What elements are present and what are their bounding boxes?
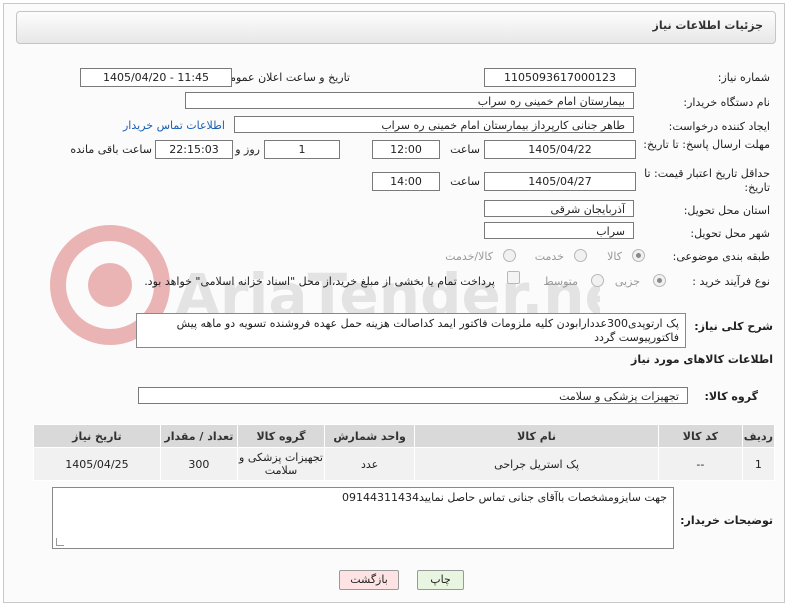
creator-label: ایجاد کننده درخواست: — [668, 120, 770, 133]
table-row: 1 -- پک استریل جراحی عدد تجهیزات پزشکی و… — [33, 447, 776, 481]
cell-row: 1 — [741, 447, 776, 481]
creator-field: طاهر جنانی کارپرداز بیمارستان امام خمینی… — [234, 116, 634, 133]
need-number-field: 1105093617000123 — [484, 68, 636, 87]
buyer-notes-field[interactable]: جهت سایزومشخصات باآقای جنانی تماس حاصل ن… — [52, 487, 674, 549]
goods-section-title: اطلاعات کالاهای مورد نیاز — [631, 353, 773, 366]
goods-group-label: گروه کالا: — [704, 390, 758, 403]
cell-date: 1405/04/25 — [33, 447, 161, 481]
goods-table: ردیف کد کالا نام کالا واحد شمارش گروه کا… — [33, 424, 776, 481]
deadline-date-field: 1405/04/22 — [484, 140, 636, 159]
print-button[interactable]: چاپ — [417, 570, 464, 590]
cell-name: پک استریل جراحی — [414, 447, 660, 481]
validity-time-field: 14:00 — [372, 172, 440, 191]
category-radio-goods-service[interactable] — [503, 249, 516, 262]
col-name: نام کالا — [414, 424, 660, 448]
category-radio-goods[interactable] — [632, 249, 645, 262]
deadline-time-field: 12:00 — [372, 140, 440, 159]
category-option-goods: کالا — [607, 250, 622, 263]
description-label: شرح کلی نیاز: — [694, 320, 773, 333]
col-row: ردیف — [741, 424, 776, 448]
cell-unit: عدد — [324, 447, 416, 481]
category-option-service: خدمت — [534, 250, 564, 263]
validity-date-field: 1405/04/27 — [484, 172, 636, 191]
process-option-minor: جزیی — [614, 275, 640, 288]
col-qty: تعداد / مقدار — [159, 424, 238, 448]
goods-group-field: تجهیزات پزشکی و سلامت — [138, 387, 688, 404]
days-label: روز و — [235, 143, 260, 156]
province-field: آذربایجان شرقی — [484, 200, 634, 217]
deadline-label: مهلت ارسال پاسخ: تا تاریخ: — [643, 138, 770, 151]
description-field[interactable]: پک ارتوپدی300عددارابودن کلیه ملزومات فاک… — [136, 313, 686, 348]
panel-header: جزئیات اطلاعات نیاز — [16, 11, 776, 44]
announce-field: 1405/04/20 - 11:45 — [80, 68, 232, 87]
announce-label: تاریخ و ساعت اعلان عمومی: — [217, 71, 350, 84]
city-field: سراب — [484, 222, 634, 239]
back-button[interactable]: بازگشت — [339, 570, 399, 590]
buyer-notes-text: جهت سایزومشخصات باآقای جنانی تماس حاصل ن… — [341, 491, 667, 504]
col-code: کد کالا — [658, 424, 743, 448]
buyer-org-field: بیمارستان امام خمینی ره سراب — [185, 92, 634, 109]
category-radio-service[interactable] — [574, 249, 587, 262]
remaining-label: ساعت باقی مانده — [70, 143, 152, 156]
validity-label: حداقل تاریخ اعتبار قیمت: تا تاریخ: — [644, 167, 770, 194]
page-title: جزئیات اطلاعات نیاز — [652, 19, 764, 32]
buyer-contact-link[interactable]: اطلاعات تماس خریدار — [123, 119, 225, 132]
buyer-org-label: نام دستگاه خریدار: — [683, 96, 770, 109]
resize-grip-icon[interactable] — [56, 538, 64, 546]
col-group: گروه کالا — [236, 424, 326, 448]
validity-time-label: ساعت — [450, 175, 480, 188]
category-option-goods-service: کالا/خدمت — [445, 250, 493, 263]
col-unit: واحد شمارش — [324, 424, 416, 448]
cell-group: تجهیزات پزشکی و سلامت — [236, 447, 326, 481]
process-radio-minor[interactable] — [653, 274, 666, 287]
cell-qty: 300 — [159, 447, 238, 481]
col-date: تاریخ نیاز — [33, 424, 161, 448]
buyer-notes-label: توضیحات خریدار: — [680, 514, 773, 527]
need-number-label: شماره نیاز: — [717, 71, 770, 84]
province-label: استان محل تحویل: — [683, 204, 770, 217]
category-label: طبقه بندی موضوعی: — [672, 250, 770, 263]
process-label: نوع فرآیند خرید : — [692, 275, 770, 288]
deadline-time-label: ساعت — [450, 143, 480, 156]
city-label: شهر محل تحویل: — [690, 227, 770, 240]
days-field: 1 — [264, 140, 340, 159]
cell-code: -- — [658, 447, 743, 481]
process-option-medium: متوسط — [543, 275, 578, 288]
treasury-payment-checkbox[interactable] — [507, 271, 520, 284]
treasury-payment-note: پرداخت تمام یا بخشی از مبلغ خرید،از محل … — [144, 275, 495, 288]
remaining-time-field: 22:15:03 — [155, 140, 233, 159]
process-radio-medium[interactable] — [591, 274, 604, 287]
